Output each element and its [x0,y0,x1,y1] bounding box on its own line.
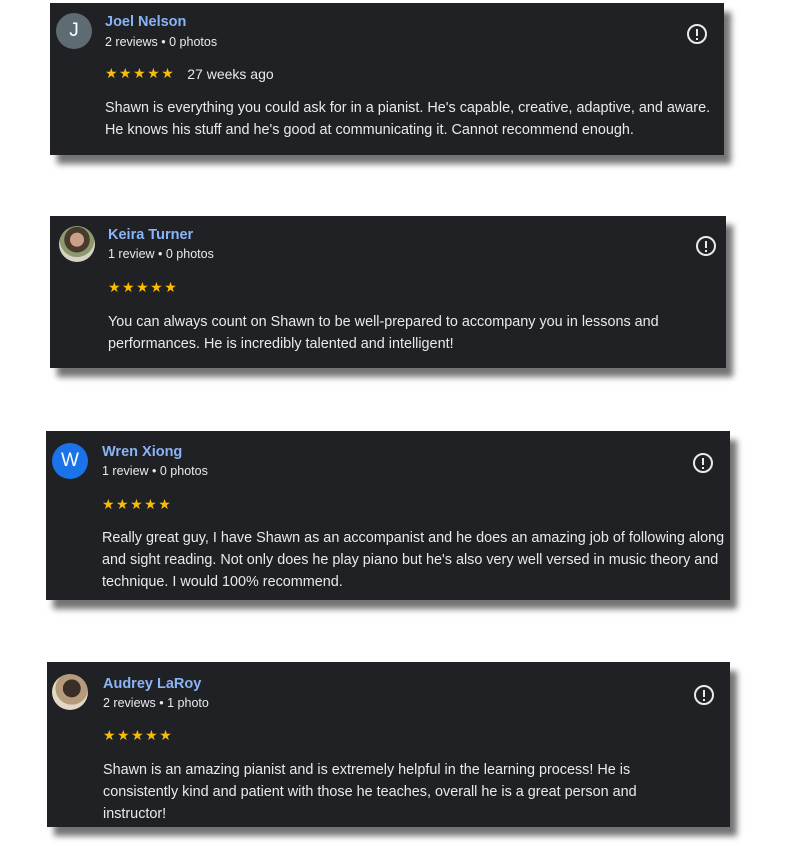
reviewer-name[interactable]: Audrey LaRoy [103,676,201,692]
avatar[interactable]: W [52,443,88,479]
reviewer-name[interactable]: Wren Xiong [102,444,182,460]
rating-row: ★★★★★ [102,497,172,513]
review-card: J Joel Nelson 2 reviews • 0 photos ★★★★★… [50,3,724,155]
star-rating: ★★★★★ [102,497,173,513]
reviewer-meta: 2 reviews • 1 photo [103,696,209,710]
star-rating: ★★★★★ [108,280,179,296]
avatar-initial: J [69,20,79,41]
rating-row: ★★★★★ [103,728,173,744]
review-text: Shawn is everything you could ask for in… [105,100,711,138]
review-card: Keira Turner 1 review • 0 photos ★★★★★ Y… [50,216,726,368]
reviewer-name[interactable]: Joel Nelson [105,14,186,30]
reviewer-meta: 1 review • 0 photos [102,464,208,478]
avatar[interactable]: J [56,13,92,49]
avatar[interactable] [59,226,95,262]
review-date: 27 weeks ago [187,66,274,82]
reviewer-meta: 1 review • 0 photos [108,247,214,261]
reviewer-meta: 2 reviews • 0 photos [105,35,218,49]
avatar[interactable] [52,674,88,710]
avatar-initial: W [61,450,79,471]
review-card: W Wren Xiong 1 review • 0 photos ★★★★★ R… [46,431,730,600]
review-text: Shawn is an amazing pianist and is extre… [103,762,637,822]
report-icon[interactable] [693,453,713,473]
review-text: Really great guy, I have Shawn as an acc… [102,530,725,590]
review-text: You can always count on Shawn to be well… [108,314,659,352]
report-icon[interactable] [694,685,714,705]
review-card: Audrey LaRoy 2 reviews • 1 photo ★★★★★ S… [47,662,730,827]
rating-row: ★★★★★ 27 weeks ago [105,66,274,82]
star-rating: ★★★★★ [103,728,174,744]
rating-row: ★★★★★ [108,280,178,296]
star-rating: ★★★★★ [105,66,176,82]
report-icon[interactable] [696,236,716,256]
report-icon[interactable] [687,24,707,44]
reviewer-name[interactable]: Keira Turner [108,227,193,243]
